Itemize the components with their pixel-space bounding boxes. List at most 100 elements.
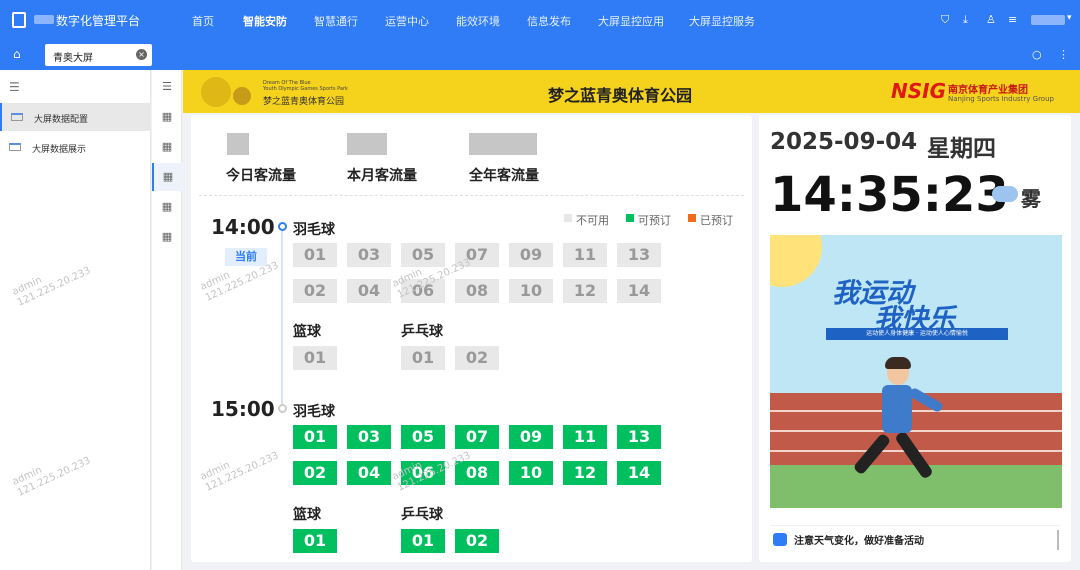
badminton-court-slot[interactable]: 04 bbox=[347, 461, 391, 485]
today-flow-label: 今日客流量 bbox=[226, 168, 296, 184]
nav-home[interactable]: 首页 bbox=[192, 13, 214, 29]
nav-publish[interactable]: 信息发布 bbox=[527, 13, 571, 29]
basketball-court-slot[interactable]: 01 bbox=[293, 529, 337, 553]
nav-energy[interactable]: 能效环境 bbox=[456, 13, 500, 29]
grid-icon[interactable]: ▦ bbox=[152, 163, 182, 191]
badminton-court-slot[interactable]: 09 bbox=[509, 243, 553, 267]
list-icon[interactable]: ☰ bbox=[152, 73, 182, 101]
grass-graphic bbox=[770, 465, 1062, 508]
sport-badminton: 羽毛球 bbox=[293, 222, 335, 238]
badminton-court-slot[interactable]: 11 bbox=[563, 425, 607, 449]
notice-bar: 注意天气变化，做好准备活动 bbox=[770, 525, 1060, 551]
scroll-indicator bbox=[1057, 530, 1059, 550]
date-display: 2025-09-04 bbox=[770, 129, 918, 155]
download-icon[interactable]: ⤓ bbox=[963, 13, 968, 27]
pingpong-court-slot[interactable]: 02 bbox=[455, 529, 499, 553]
screen-icon bbox=[9, 143, 21, 151]
grid-icon[interactable]: ▦ bbox=[152, 223, 182, 251]
nav-operations[interactable]: 运营中心 bbox=[385, 13, 429, 29]
more-icon[interactable]: ⋮ bbox=[1058, 48, 1069, 61]
pingpong-court-slot[interactable]: 01 bbox=[401, 346, 445, 370]
badminton-court-slot[interactable]: 02 bbox=[293, 279, 337, 303]
user-name-redacted[interactable] bbox=[1031, 15, 1065, 25]
badminton-court-slot[interactable]: 11 bbox=[563, 243, 607, 267]
month-flow-label: 本月客流量 bbox=[347, 168, 417, 184]
badminton-court-slot[interactable]: 12 bbox=[563, 279, 607, 303]
legend-swatch-unavailable bbox=[564, 214, 572, 222]
pingpong-court-slot[interactable]: 02 bbox=[455, 346, 499, 370]
banner-title: 梦之蓝青奥体育公园 bbox=[548, 86, 693, 105]
badminton-court-slot[interactable]: 10 bbox=[509, 461, 553, 485]
screen-banner: Dream Of The Blue Youth Olympic Games Sp… bbox=[183, 70, 1080, 113]
sidebar-item-label: 大屏数据配置 bbox=[34, 115, 89, 125]
legend-booked: 已预订 bbox=[700, 214, 733, 227]
badminton-court-slot[interactable]: 08 bbox=[455, 461, 499, 485]
tab-label: 青奥大屏 bbox=[53, 53, 93, 64]
app-logo-icon bbox=[12, 12, 26, 28]
tab-qingao-screen[interactable]: 青奥大屏 × bbox=[45, 44, 152, 66]
track-lane bbox=[770, 430, 1062, 432]
badminton-court-slot[interactable]: 10 bbox=[509, 279, 553, 303]
stat-value-redacted bbox=[347, 133, 387, 155]
badminton-court-slot[interactable]: 01 bbox=[293, 425, 337, 449]
legend-swatch-available bbox=[626, 214, 634, 222]
group-name-en: Nanjing Sports Industry Group bbox=[948, 95, 1054, 103]
time-label: 14:00 bbox=[211, 215, 275, 239]
home-icon[interactable]: ⌂ bbox=[13, 47, 21, 61]
refresh-icon[interactable]: ○ bbox=[1032, 48, 1042, 61]
badminton-court-slot[interactable]: 12 bbox=[563, 461, 607, 485]
grid-icon[interactable]: ▦ bbox=[152, 133, 182, 161]
badminton-court-slot[interactable]: 02 bbox=[293, 461, 337, 485]
sidebar-item-config[interactable]: 大屏数据配置 bbox=[0, 103, 151, 131]
badminton-court-slot[interactable]: 06 bbox=[401, 461, 445, 485]
legend-unavailable: 不可用 bbox=[576, 214, 609, 227]
badminton-court-slot[interactable]: 04 bbox=[347, 279, 391, 303]
badminton-court-slot[interactable]: 14 bbox=[617, 279, 661, 303]
group-name-cn: 南京体育产业集团 bbox=[948, 85, 1028, 96]
nav-traffic[interactable]: 智慧通行 bbox=[314, 13, 358, 29]
current-badge: 当前 bbox=[225, 248, 267, 266]
nav-display-app[interactable]: 大屏显控应用 bbox=[598, 13, 664, 29]
year-flow-label: 全年客流量 bbox=[469, 168, 539, 184]
nav-security[interactable]: 智能安防 bbox=[243, 13, 287, 29]
stat-value-redacted bbox=[227, 133, 249, 155]
pingpong-court-slot[interactable]: 01 bbox=[401, 529, 445, 553]
basketball-court-slot[interactable]: 01 bbox=[293, 346, 337, 370]
divider bbox=[199, 195, 744, 196]
chevron-down-icon[interactable]: ▾ bbox=[1067, 13, 1072, 23]
badminton-court-slot[interactable]: 07 bbox=[455, 425, 499, 449]
booking-panel: 今日客流量 本月客流量 全年客流量 不可用 可预订 已预订 14:00 当前 羽… bbox=[191, 115, 752, 562]
badminton-court-slot[interactable]: 06 bbox=[401, 279, 445, 303]
badminton-court-slot[interactable]: 05 bbox=[401, 243, 445, 267]
badminton-court-slot[interactable]: 03 bbox=[347, 243, 391, 267]
close-icon[interactable]: × bbox=[136, 49, 147, 60]
stat-value-redacted bbox=[469, 133, 537, 155]
badminton-court-slot[interactable]: 08 bbox=[455, 279, 499, 303]
sport-basketball: 篮球 bbox=[293, 507, 321, 523]
menu-icon[interactable]: ≡ bbox=[1008, 13, 1017, 26]
badminton-court-slot[interactable]: 01 bbox=[293, 243, 337, 267]
sport-basketball: 篮球 bbox=[293, 324, 321, 340]
badminton-court-slot[interactable]: 09 bbox=[509, 425, 553, 449]
grid-icon[interactable]: ▦ bbox=[152, 103, 182, 131]
park-logo-en-line2: Youth Olympic Games Sports Park bbox=[263, 86, 348, 92]
info-panel: 2025-09-04 星期四 14:35:23 雾 我运动 我快乐 运动使人身体… bbox=[759, 115, 1071, 562]
badminton-court-slot[interactable]: 13 bbox=[617, 425, 661, 449]
nav-display-service[interactable]: 大屏显控服务 bbox=[689, 13, 755, 29]
timeline-line bbox=[281, 231, 283, 411]
sidebar-item-display[interactable]: 大屏数据展示 bbox=[0, 133, 151, 161]
badminton-court-slot[interactable]: 13 bbox=[617, 243, 661, 267]
badminton-court-slot[interactable]: 03 bbox=[347, 425, 391, 449]
grid-icon[interactable]: ▦ bbox=[152, 193, 182, 221]
legend-available: 可预订 bbox=[638, 214, 671, 227]
badminton-court-slot[interactable]: 05 bbox=[401, 425, 445, 449]
park-logo-icon bbox=[233, 87, 251, 105]
shirt-icon[interactable]: ♙ bbox=[986, 13, 996, 26]
badminton-court-slot[interactable]: 14 bbox=[617, 461, 661, 485]
notice-text: 注意天气变化，做好准备活动 bbox=[794, 536, 924, 547]
menu-toggle-icon[interactable]: ☰ bbox=[9, 80, 20, 94]
poster-subtitle: 运动使人身体健康 · 运动使人心情愉悦 bbox=[826, 328, 1008, 340]
shield-icon[interactable]: ⛉ bbox=[941, 13, 949, 27]
track-lane bbox=[770, 410, 1062, 412]
badminton-court-slot[interactable]: 07 bbox=[455, 243, 499, 267]
